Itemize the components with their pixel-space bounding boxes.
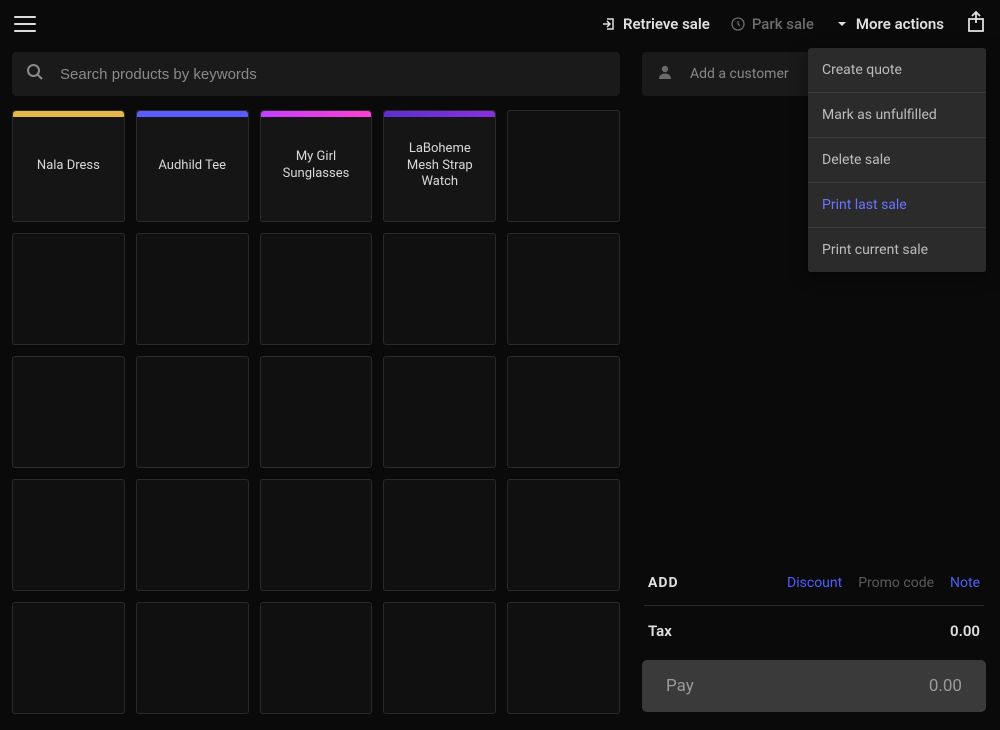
add-customer-label: Add a customer [690,66,789,82]
add-section-title: ADD [648,575,679,591]
empty-tile[interactable] [136,233,249,345]
product-tile[interactable]: Audhild Tee [136,110,249,222]
tax-value: 0.00 [950,622,980,640]
clock-icon [730,16,746,32]
product-stripe [261,111,372,117]
person-icon [656,63,674,85]
product-stripe [384,111,495,117]
share-button[interactable] [966,11,986,37]
product-stripe [137,111,248,117]
menu-item[interactable]: Print last sale [808,183,986,228]
empty-tile[interactable] [383,356,496,468]
retrieve-sale-button[interactable]: Retrieve sale [601,15,710,33]
menu-button[interactable] [14,16,36,32]
empty-tile[interactable] [383,602,496,714]
promo-code-link[interactable]: Promo code [858,575,934,591]
chevron-down-icon [834,16,850,32]
empty-tile[interactable] [260,602,373,714]
retrieve-icon [601,16,617,32]
menu-item[interactable]: Mark as unfulfilled [808,93,986,138]
park-sale-label: Park sale [752,15,814,33]
park-sale-button[interactable]: Park sale [730,15,814,33]
product-name: My Girl Sunglasses [269,149,364,183]
empty-tile[interactable] [383,233,496,345]
empty-tile[interactable] [12,602,125,714]
product-name: Nala Dress [37,158,100,175]
empty-tile[interactable] [507,233,620,345]
more-actions-menu: Create quoteMark as unfulfilledDelete sa… [808,48,986,272]
empty-tile[interactable] [136,602,249,714]
product-name: Audhild Tee [158,158,226,175]
search-bar[interactable] [12,52,620,96]
empty-tile[interactable] [136,479,249,591]
discount-link[interactable]: Discount [787,575,842,591]
product-tile[interactable]: Nala Dress [12,110,125,222]
empty-tile[interactable] [260,233,373,345]
empty-tile[interactable] [12,233,125,345]
empty-tile[interactable] [507,110,620,222]
search-input[interactable] [60,66,606,83]
empty-tile[interactable] [12,356,125,468]
empty-tile[interactable] [260,356,373,468]
tax-label: Tax [648,622,672,640]
empty-tile[interactable] [12,479,125,591]
empty-tile[interactable] [507,356,620,468]
empty-tile[interactable] [260,479,373,591]
empty-tile[interactable] [507,602,620,714]
menu-item[interactable]: Print current sale [808,228,986,272]
empty-tile[interactable] [507,479,620,591]
empty-tile[interactable] [136,356,249,468]
more-actions-button[interactable]: More actions [834,15,944,33]
menu-item[interactable]: Delete sale [808,138,986,183]
retrieve-sale-label: Retrieve sale [623,15,710,33]
note-link[interactable]: Note [950,575,980,591]
pay-label: Pay [666,676,694,696]
pay-button[interactable]: Pay 0.00 [642,660,986,712]
search-icon [26,63,44,85]
more-actions-label: More actions [856,15,944,33]
menu-item[interactable]: Create quote [808,48,986,93]
pay-amount: 0.00 [929,676,962,696]
product-name: LaBoheme Mesh Strap Watch [392,141,487,192]
product-tile[interactable]: My Girl Sunglasses [260,110,373,222]
product-tile[interactable]: LaBoheme Mesh Strap Watch [383,110,496,222]
empty-tile[interactable] [383,479,496,591]
product-stripe [13,111,124,117]
